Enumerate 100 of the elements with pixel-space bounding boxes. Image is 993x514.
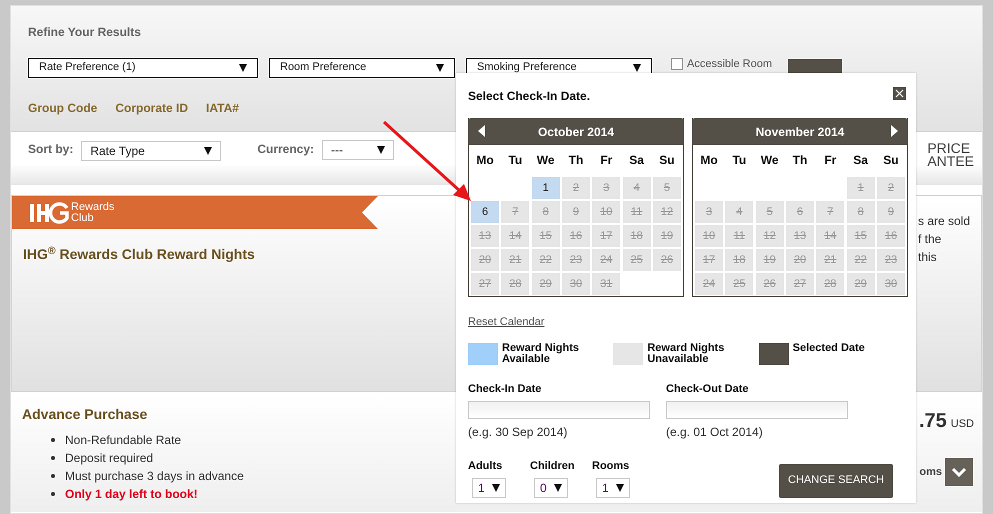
- unavailable-date: 22: [846, 249, 875, 271]
- weekday-label: We: [760, 152, 780, 169]
- unavailable-date: 23: [876, 249, 905, 271]
- unavailable-date: 9: [876, 201, 905, 223]
- unavailable-date: 10: [592, 201, 620, 223]
- next-month-button[interactable]: [891, 125, 898, 137]
- weekday-label: Fr: [599, 152, 614, 169]
- unavailable-date: 10: [695, 225, 723, 247]
- unavailable-date: 29: [532, 273, 560, 295]
- caret-icon: [616, 484, 624, 492]
- unavailable-date: 27: [471, 273, 499, 295]
- unavailable-date: 16: [876, 225, 905, 247]
- rewards-logo: Rewards Club: [29, 202, 114, 224]
- bullet-icon: [51, 474, 55, 478]
- guest-dropdown[interactable]: 0: [534, 478, 568, 498]
- field-label: Check-Out Date: [666, 382, 750, 396]
- close-button[interactable]: [893, 87, 906, 100]
- unavailable-date: 4: [622, 177, 651, 199]
- unavailable-date: 5: [756, 201, 784, 223]
- month-title: October 2014: [538, 124, 614, 140]
- guest-dropdown[interactable]: 1: [596, 478, 630, 498]
- rate-feature: Must purchase 3 days in advance: [65, 468, 244, 485]
- weekday-label: Mo: [475, 152, 495, 169]
- rate-feature: Deposit required: [65, 450, 154, 467]
- guest-dropdown[interactable]: 1: [472, 478, 506, 498]
- filter-link[interactable]: Group Code: [28, 99, 98, 117]
- unavailable-date: 13: [471, 225, 499, 247]
- bullet-icon: [51, 492, 55, 496]
- caret-icon: [492, 484, 500, 492]
- unavailable-date: 4: [725, 201, 754, 223]
- sort-dropdown[interactable]: Rate Type: [81, 141, 222, 161]
- unavailable-date: 20: [471, 249, 499, 271]
- guarantee-text: ANTEE: [927, 155, 974, 168]
- unavailable-date: 2: [876, 177, 905, 199]
- unavailable-date: 21: [501, 249, 530, 271]
- date-input-field[interactable]: [468, 401, 650, 419]
- legend-swatch: [613, 342, 644, 364]
- left-triangle-icon: [478, 125, 485, 137]
- rooms-link[interactable]: oms: [919, 464, 942, 480]
- caret-icon: [204, 147, 212, 155]
- unavailable-date: 26: [756, 273, 784, 295]
- description-text: f the: [918, 231, 942, 248]
- description-text: this: [918, 249, 938, 266]
- unavailable-date: 16: [562, 225, 590, 247]
- unavailable-date: 24: [592, 249, 620, 271]
- legend-label: Reward Nights Available: [502, 342, 580, 364]
- unavailable-date: 27: [786, 273, 814, 295]
- guarantee-text: PRICE: [927, 142, 972, 155]
- logo-mark-icon: [29, 202, 69, 224]
- unavailable-date: 29: [846, 273, 875, 295]
- dropdown[interactable]: Rate Preference (1): [28, 58, 258, 78]
- unavailable-date: 1: [846, 177, 875, 199]
- unavailable-date: 26: [652, 249, 681, 271]
- unavailable-date: 22: [532, 249, 560, 271]
- caret-icon: [436, 64, 444, 72]
- date-format-hint: (e.g. 30 Sep 2014): [468, 424, 568, 441]
- unavailable-date: 18: [622, 225, 651, 247]
- chevron-down-icon: [951, 467, 967, 477]
- unavailable-date: 20: [786, 249, 814, 271]
- filter-link[interactable]: Corporate ID: [115, 99, 188, 117]
- month-title: November 2014: [756, 124, 844, 140]
- field-label: Adults: [468, 459, 504, 474]
- expand-button[interactable]: [945, 458, 973, 486]
- unavailable-date: 7: [501, 201, 530, 223]
- description-text: s are sold: [918, 213, 970, 230]
- unavailable-date: 12: [756, 225, 784, 247]
- unavailable-date: 14: [816, 225, 844, 247]
- rate-feature: Non-Refundable Rate: [65, 432, 182, 449]
- date-input-field[interactable]: [666, 401, 848, 419]
- unavailable-date: 3: [695, 201, 723, 223]
- unavailable-date: 19: [756, 249, 784, 271]
- unavailable-date: 14: [501, 225, 530, 247]
- field-label: Check-In Date: [468, 382, 542, 396]
- reset-link[interactable]: Reset Calendar: [468, 314, 544, 330]
- rate-title: Advance Purchase: [22, 406, 148, 423]
- weekday-label: Su: [882, 152, 900, 169]
- previous-month-button[interactable]: [478, 125, 485, 137]
- rate-feature: Only 1 day left to book!: [65, 486, 198, 503]
- change-search-button[interactable]: CHANGE SEARCH: [779, 464, 893, 498]
- unavailable-date: 8: [532, 201, 560, 223]
- date-cell[interactable]: 6: [471, 201, 499, 223]
- checkbox[interactable]: [671, 58, 683, 70]
- unavailable-date: 8: [846, 201, 875, 223]
- unavailable-date: 13: [786, 225, 814, 247]
- currency-text: USD: [950, 418, 974, 430]
- unavailable-date: 3: [592, 177, 620, 199]
- weekday-label: Th: [568, 152, 584, 169]
- date-cell[interactable]: 1: [532, 177, 560, 199]
- unavailable-date: 19: [652, 225, 681, 247]
- unavailable-date: 18: [725, 249, 754, 271]
- filter-link[interactable]: IATA#: [206, 99, 239, 117]
- sort-label: Sort by:: [28, 141, 74, 158]
- unavailable-date: 7: [816, 201, 844, 223]
- unavailable-date: 24: [695, 273, 723, 295]
- panel-title: Refine Your Results: [28, 24, 142, 41]
- unavailable-date: 30: [562, 273, 590, 295]
- currency-dropdown[interactable]: ---: [322, 140, 394, 160]
- weekday-label: Sa: [628, 152, 645, 169]
- dropdown[interactable]: Room Preference: [269, 58, 455, 78]
- legend-label: Selected Date: [792, 342, 866, 356]
